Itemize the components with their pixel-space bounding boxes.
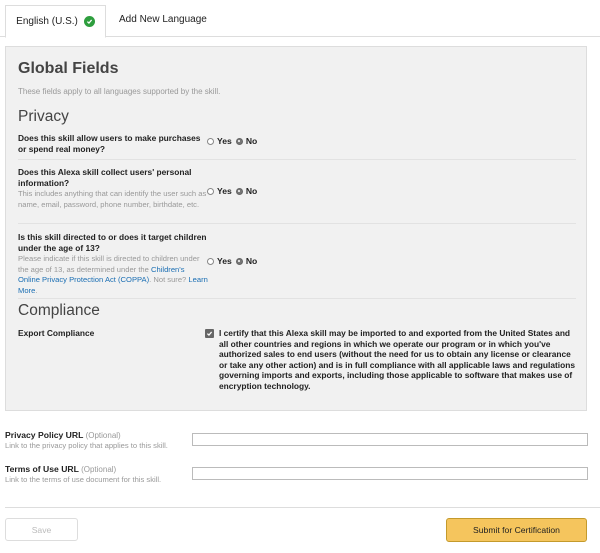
children-help: Please indicate if this skill is directe…: [18, 254, 208, 296]
children-yes-radio[interactable]: [207, 257, 214, 265]
children-question: Is this skill directed to or does it tar…: [18, 232, 207, 253]
purchases-yes-label: Yes: [217, 136, 232, 146]
personal-info-yes-label: Yes: [217, 186, 232, 196]
tab-add-new-language[interactable]: Add New Language: [119, 5, 207, 33]
learn-more-period: .: [35, 285, 38, 295]
global-fields-title: Global Fields: [18, 60, 119, 77]
tab-english-us[interactable]: English (U.S.): [5, 5, 106, 38]
submit-for-certification-button[interactable]: Submit for Certification: [446, 518, 587, 542]
terms-url-input[interactable]: [192, 467, 588, 480]
personal-info-radio-group: Yes No: [207, 186, 261, 196]
export-certification: I certify that this Alexa skill may be i…: [205, 328, 577, 392]
global-fields-subtitle: These fields apply to all languages supp…: [18, 87, 221, 96]
check-circle-icon: [83, 16, 95, 27]
purchases-yes-radio[interactable]: [207, 137, 214, 145]
checkmark-icon: [206, 331, 213, 337]
export-compliance-label: Export Compliance: [18, 328, 95, 338]
privacy-section-title: Privacy: [18, 108, 69, 125]
terms-url-label: Terms of Use URL (Optional): [5, 464, 116, 474]
children-yes-label: Yes: [217, 256, 232, 266]
privacy-url-help: Link to the privacy policy that applies …: [5, 441, 168, 450]
divider: [18, 298, 576, 299]
personal-info-yes-radio[interactable]: [207, 187, 214, 195]
compliance-section-title: Compliance: [18, 302, 100, 319]
terms-url-optional: (Optional): [81, 465, 117, 474]
children-no-label: No: [245, 256, 258, 266]
export-certify-text: I certify that this Alexa skill may be i…: [219, 328, 576, 391]
save-button[interactable]: Save: [5, 518, 78, 541]
divider: [18, 223, 576, 224]
children-help-period: .: [149, 275, 152, 284]
personal-info-no-radio[interactable]: [235, 187, 243, 195]
not-sure-text: Not sure?: [153, 275, 187, 284]
footer-divider: [5, 507, 600, 508]
global-fields-panel: Global Fields These fields apply to all …: [5, 46, 587, 411]
privacy-url-optional: (Optional): [85, 431, 121, 440]
personal-info-no-label: No: [245, 186, 258, 196]
purchases-question: Does this skill allow users to make purc…: [18, 133, 201, 154]
purchases-radio-group: Yes No: [207, 136, 261, 146]
privacy-url-label-text: Privacy Policy URL: [5, 430, 84, 440]
purchases-no-radio[interactable]: [235, 137, 243, 145]
export-certify-checkbox[interactable]: [205, 329, 214, 338]
terms-url-label-text: Terms of Use URL: [5, 464, 79, 474]
personal-info-help: This includes anything that can identify…: [18, 189, 207, 209]
tab-english-us-label: English (U.S.): [16, 16, 78, 27]
purchases-no-label: No: [245, 136, 258, 146]
language-tabs: English (U.S.) Add New Language: [0, 0, 600, 38]
terms-url-help: Link to the terms of use document for th…: [5, 475, 162, 484]
divider: [18, 159, 576, 160]
privacy-url-label: Privacy Policy URL (Optional): [5, 430, 121, 440]
personal-info-question: Does this Alexa skill collect users' per…: [18, 167, 192, 188]
children-no-radio[interactable]: [235, 257, 243, 265]
privacy-url-input[interactable]: [192, 433, 588, 446]
children-radio-group: Yes No: [207, 256, 261, 266]
tab-add-new-language-label: Add New Language: [119, 13, 207, 25]
